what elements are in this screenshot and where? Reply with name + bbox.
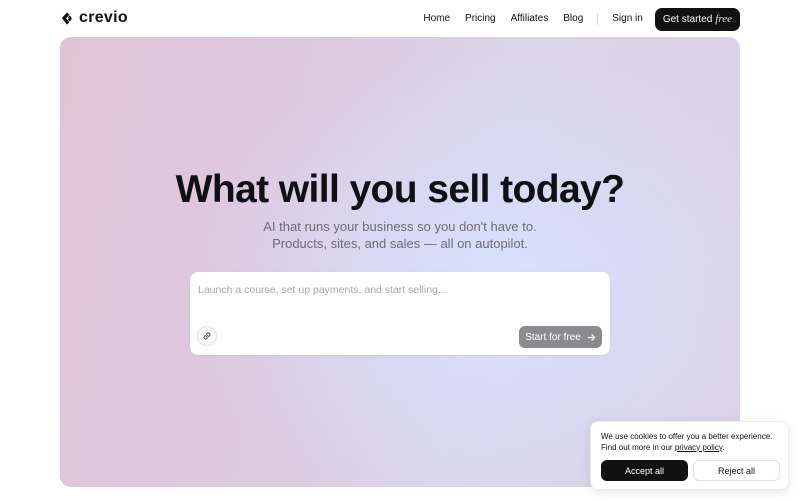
- attachment-icon: [203, 332, 211, 340]
- logo-text: crevio: [79, 9, 128, 26]
- get-started-emphasis: free: [715, 13, 732, 25]
- cookie-message-line1: We use cookies to offer you a better exp…: [601, 432, 773, 441]
- cookie-banner: We use cookies to offer you a better exp…: [590, 421, 789, 490]
- prompt-input[interactable]: [198, 280, 598, 300]
- hero-subtitle-line1: AI that runs your business so you don't …: [263, 219, 537, 234]
- nav-home-link[interactable]: Home: [423, 11, 450, 27]
- cookie-message: We use cookies to offer you a better exp…: [601, 432, 786, 453]
- cookie-message-line2: Find out more in our privacy policy.: [601, 443, 786, 454]
- logo-link[interactable]: crevio: [60, 9, 128, 27]
- crevio-logo-icon: [61, 11, 72, 25]
- sign-in-link[interactable]: Sign in: [612, 11, 643, 27]
- get-started-label: Get started: [662, 13, 713, 25]
- nav-links: Home Pricing Affiliates Blog Sign in Get…: [423, 7, 740, 31]
- top-navigation: crevio Home Pricing Affiliates Blog Sign…: [0, 0, 800, 37]
- reject-all-button[interactable]: Reject all: [693, 460, 780, 481]
- start-for-free-label: Start for free: [525, 331, 581, 343]
- prompt-box: Start for free: [190, 272, 610, 355]
- privacy-policy-link[interactable]: privacy policy: [675, 443, 722, 452]
- arrow-right-icon: [587, 333, 596, 341]
- hero-section: What will you sell today? AI that runs y…: [60, 37, 740, 487]
- attach-button[interactable]: [197, 326, 217, 346]
- nav-affiliates-link[interactable]: Affiliates: [511, 11, 549, 27]
- get-started-button[interactable]: Get started free: [654, 7, 740, 31]
- accept-all-button[interactable]: Accept all: [601, 460, 688, 481]
- nav-blog-link[interactable]: Blog: [563, 11, 583, 27]
- nav-pricing-link[interactable]: Pricing: [465, 11, 496, 27]
- start-for-free-button[interactable]: Start for free: [519, 326, 602, 348]
- hero-title: What will you sell today?: [175, 168, 625, 211]
- cookie-message-suffix: .: [722, 442, 725, 452]
- hero-subtitle-line2: Products, sites, and sales — all on auto…: [272, 236, 528, 251]
- cookie-message-prefix: Find out more in our: [601, 442, 675, 452]
- nav-divider: [597, 13, 599, 25]
